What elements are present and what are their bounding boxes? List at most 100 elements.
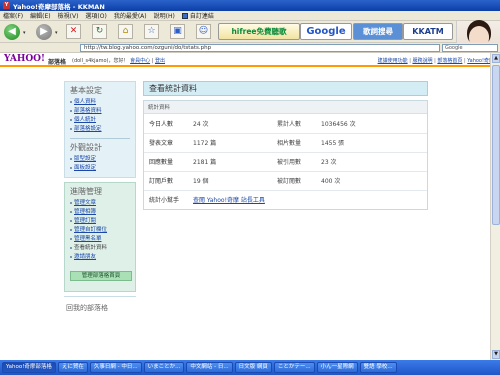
stat-label: 相片數量	[272, 133, 316, 153]
stats-table: 今日人數 24 次 累計人數 1036456 次 發表文章 1172 篇 相片數…	[144, 114, 427, 209]
browser-toolbar: ◀ ▾ ▶ ▾ ✕ ↻ ⌂ ☆ ▣ ☺ hifree免費聽歌 Google 歌詞…	[0, 21, 500, 65]
member-center-link[interactable]: 會員中心	[130, 58, 150, 64]
taskbar-item[interactable]: いまことか...	[143, 362, 185, 373]
menu-options[interactable]: 選項(O)	[85, 11, 106, 20]
menu-help[interactable]: 說明(H)	[154, 11, 175, 20]
google-toolbar-button[interactable]: Google	[300, 23, 352, 40]
app-icon: Y	[3, 2, 10, 9]
sidebar-item-personal-stats[interactable]: 個人統計	[70, 116, 130, 125]
sidebar-item-panels[interactable]: 面板設定	[70, 164, 130, 173]
stat-label: 回應數量	[144, 152, 188, 172]
package-icon[interactable]: ▣	[170, 24, 185, 39]
home-icon[interactable]: ⌂	[118, 24, 133, 39]
stats-header: 統計資料	[144, 101, 427, 114]
top-links: 建議使用功能 | 服務說明 | 部落格首頁 | Yahoo!奇摩	[377, 58, 494, 64]
window-title: Yahoo!奇摩部落格 - KKMAN	[13, 2, 105, 11]
sidebar-item-template[interactable]: 版型設定	[70, 155, 130, 164]
sidebar-item-articles[interactable]: 管理文章	[70, 199, 130, 208]
windows-taskbar: Yahoo!奇摩部落格 えに賀在 久事日網 - 中日... いまことか... 中…	[0, 360, 500, 375]
stat-value: 1455 張	[316, 133, 427, 153]
stat-helper-label: 統計小幫手	[149, 197, 180, 205]
logout-link[interactable]: 登出	[155, 58, 165, 64]
refresh-icon[interactable]: ↻	[92, 24, 107, 39]
back-dropdown-icon[interactable]: ▾	[23, 30, 26, 36]
stat-value: 400 次	[316, 171, 427, 191]
user-greeting: (doll_s4kjamo)，您好！ 會員中心 | 登出	[72, 58, 165, 64]
stat-value: 2181 篇	[188, 152, 272, 172]
sidebar-item-subscriptions[interactable]: 管理訂閱	[70, 217, 130, 226]
basic-settings-title: 基本設定	[70, 86, 102, 95]
webmaster-tools-link[interactable]: 查閱 Yahoo!奇摩 站長工具	[193, 197, 265, 204]
stop-icon[interactable]: ✕	[66, 24, 81, 39]
sidebar-item-invite[interactable]: 邀請朋友	[70, 253, 130, 262]
menu-view[interactable]: 檢視(V)	[58, 11, 79, 20]
taskbar-item[interactable]: 雙語 學校...	[359, 362, 397, 373]
blog-word: 部落格	[48, 59, 67, 66]
forward-dropdown-icon[interactable]: ▾	[55, 30, 58, 36]
hifree-music-button[interactable]: hifree免費聽歌	[218, 23, 300, 40]
stats-box: 統計資料 今日人數 24 次 累計人數 1036456 次 發表文章 1172 …	[143, 100, 428, 210]
back-to-my-blog[interactable]: 回我的部落格	[64, 296, 136, 313]
taskbar-item[interactable]: 久事日網 - 中日...	[89, 362, 142, 373]
taskbar-item[interactable]: 日文版 網頁	[234, 362, 272, 373]
taskbar-item[interactable]: Yahoo!奇摩部落格	[2, 362, 56, 373]
user-name: (doll_s4kjamo)，您好！	[72, 58, 129, 64]
yahoo-logo[interactable]: YAHOO!	[4, 54, 45, 64]
suggest-link[interactable]: 建議使用功能	[378, 58, 408, 64]
menu-file[interactable]: 檔案(F)	[3, 11, 23, 20]
favorites-icon[interactable]: ☆	[144, 24, 159, 39]
vertical-scrollbar[interactable]: ▲ ▼	[490, 53, 500, 360]
sidebar-divider	[70, 138, 130, 139]
taskbar-item[interactable]: ことかテー...	[273, 362, 315, 373]
stat-value: 1172 篇	[188, 133, 272, 153]
table-row: 訂閱戶數 19 個 被訂閱數 400 次	[144, 171, 427, 191]
kkatm-button[interactable]: KKATM	[403, 23, 453, 40]
taskbar-item[interactable]: 中文網站 - 日...	[186, 362, 233, 373]
sidebar-item-custom-fields[interactable]: 管理自訂欄位	[70, 226, 130, 235]
scroll-up-icon[interactable]: ▲	[492, 54, 500, 63]
menu-edit[interactable]: 編輯(E)	[30, 11, 50, 20]
url-input[interactable]: http://tw.blog.yahoo.com/ozguni/do/tstat…	[80, 44, 440, 52]
google-search-input[interactable]: Google	[442, 44, 498, 52]
help-link[interactable]: 服務說明	[412, 58, 432, 64]
taskbar-item[interactable]: えに賀在	[57, 362, 88, 373]
stat-value: 24 次	[188, 114, 272, 134]
menu-custom-links-label: 自訂連結	[189, 13, 214, 20]
table-row: 統計小幫手 查閱 Yahoo!奇摩 站長工具	[144, 190, 427, 209]
advanced-management-block: 進階管理 管理文章 管理相簿 管理訂閱 管理自訂欄位 管理黑名單 查看統計資料 …	[64, 182, 136, 292]
settings-sidebar: 基本設定 個人資料 部落格資料 個人統計 部落格設定 外觀設計 版型設定 面板設…	[64, 81, 136, 360]
stat-value: 23 次	[316, 152, 427, 172]
lyrics-search-button[interactable]: 歌詞搜尋	[353, 23, 403, 40]
sidebar-item-stats-current: 查看統計資料	[70, 244, 130, 253]
table-row: 發表文章 1172 篇 相片數量 1455 張	[144, 133, 427, 153]
yahoo-logo-text: YAHOO!	[4, 54, 45, 64]
advanced-management-title: 進階管理	[70, 187, 102, 196]
window-titlebar: Y Yahoo!奇摩部落格 - KKMAN	[0, 0, 500, 11]
taskbar-item[interactable]: 小ん一星際網	[316, 362, 358, 373]
back-arrow-icon[interactable]: ◀	[4, 24, 20, 40]
stat-label: 被引用數	[272, 152, 316, 172]
sidebar-item-blog-settings[interactable]: 部落格設定	[70, 125, 130, 134]
sidebar-item-blacklist[interactable]: 管理黑名單	[70, 235, 130, 244]
web-page: YAHOO! 部落格 (doll_s4kjamo)，您好！ 會員中心 | 登出 …	[0, 53, 500, 360]
stat-value: 19 個	[188, 171, 272, 191]
links-icon	[181, 12, 188, 19]
sidebar-item-albums[interactable]: 管理相簿	[70, 208, 130, 217]
stat-label: 累計人數	[272, 114, 316, 134]
scroll-thumb[interactable]	[492, 65, 500, 225]
manage-blog-home-button[interactable]: 管理部落格首頁	[70, 271, 132, 281]
stat-label: 訂閱戶數	[144, 171, 188, 191]
messenger-icon[interactable]: ☺	[196, 24, 211, 39]
sidebar-item-blog-info[interactable]: 部落格資料	[70, 107, 130, 116]
stat-value: 1036456 次	[316, 114, 427, 134]
menu-favorites[interactable]: 我的最愛(A)	[114, 11, 147, 20]
stat-label: 今日人數	[144, 114, 188, 134]
sidebar-item-profile[interactable]: 個人資料	[70, 98, 130, 107]
menu-bar: 檔案(F) 編輯(E) 檢視(V) 選項(O) 我的最愛(A) 說明(H) 自訂…	[0, 11, 500, 21]
stat-label: 發表文章	[144, 133, 188, 153]
address-bar: http://tw.blog.yahoo.com/ozguni/do/tstat…	[0, 43, 500, 53]
scroll-down-icon[interactable]: ▼	[492, 350, 500, 359]
menu-custom-links[interactable]: 自訂連結	[181, 11, 214, 20]
forward-arrow-icon[interactable]: ▶	[36, 24, 52, 40]
blog-home-link[interactable]: 部落格首頁	[437, 58, 462, 64]
